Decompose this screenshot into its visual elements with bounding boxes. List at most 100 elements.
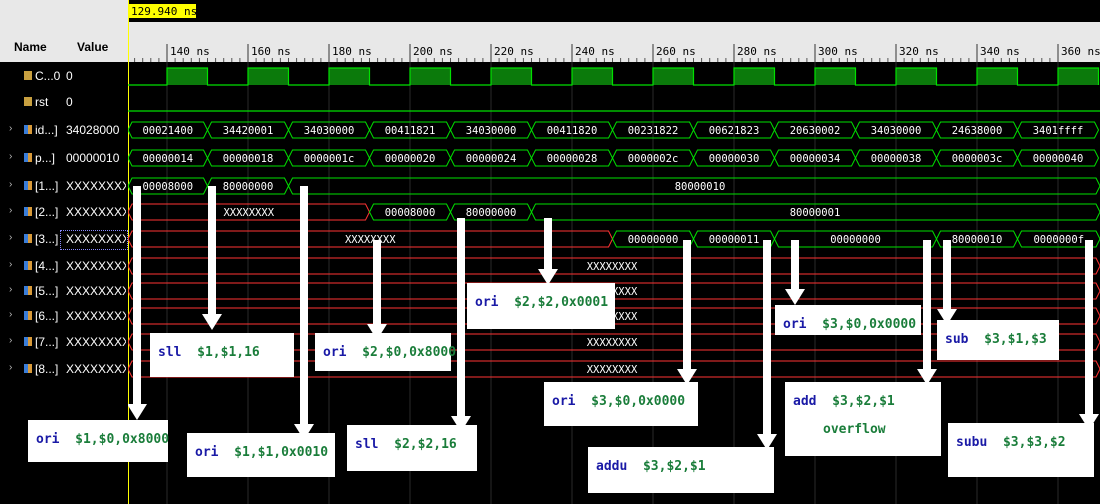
signal-value: XXXXXXXX — [66, 179, 126, 193]
expand-chevron-icon[interactable]: › — [9, 205, 12, 216]
expand-chevron-icon[interactable]: › — [9, 335, 12, 346]
instruction-annotation: ori $3,$0,0x0000 — [775, 305, 921, 335]
clock-high-pulse — [1058, 68, 1099, 85]
expand-chevron-icon[interactable]: › — [9, 123, 12, 134]
r3-bus-value-label: 00000000 — [628, 234, 679, 246]
annotation-arrow-shaft — [544, 218, 552, 271]
r2-bus-value-label: 00008000 — [385, 207, 436, 219]
id-bus-value-label: 00621823 — [709, 125, 760, 137]
signal-name: [6...] — [35, 309, 59, 323]
id-bus-value-label: 34030000 — [466, 125, 517, 137]
pc-bus-value-label: 00000028 — [547, 153, 598, 165]
annotation-arrow-shaft — [763, 240, 771, 436]
expand-chevron-icon[interactable]: › — [9, 151, 12, 162]
instruction-annotation: subu $3,$3,$2 — [948, 423, 1094, 477]
operand-text: $2,$2,0x0001 — [514, 295, 609, 310]
id-bus-value-label: 00411820 — [547, 125, 598, 137]
r1-bus-value-label: 00008000 — [142, 181, 193, 193]
signal-value: 00000010 — [66, 151, 120, 165]
operand-text: $2,$2,16 — [394, 437, 457, 452]
tick-label: 260 ns — [656, 45, 696, 58]
expand-chevron-icon[interactable]: › — [9, 362, 12, 373]
expand-chevron-icon[interactable]: › — [9, 284, 12, 295]
operand-text: $3,$1,$3 — [984, 332, 1047, 347]
r2-bus-value-label: 80000001 — [790, 207, 841, 219]
id-bus-value-label: 3401ffff — [1033, 125, 1084, 137]
signal-row[interactable]: › [4...] XXXXXXXX — [0, 253, 128, 279]
operand-text: $1,$1,0x0010 — [234, 445, 329, 460]
clock-high-pulse — [734, 68, 775, 85]
clock-high-pulse — [977, 68, 1018, 85]
annotation-arrow-shaft — [300, 186, 308, 426]
id-bus-value-label: 00411821 — [385, 125, 436, 137]
opcode-text: ori — [323, 345, 347, 360]
signal-row[interactable]: C...0 0 — [0, 63, 128, 89]
signal-value: XXXXXXXX — [66, 309, 126, 323]
tick-label: 240 ns — [575, 45, 615, 58]
signal-value: 0 — [66, 69, 73, 83]
instruction-annotation: ori $2,$2,0x0001 — [467, 283, 615, 329]
id-bus-value-label: 00021400 — [142, 125, 193, 137]
signal-value: XXXXXXXX — [66, 362, 126, 376]
expand-chevron-icon[interactable]: › — [9, 232, 12, 243]
signal-row[interactable]: › [1...] XXXXXXXX — [0, 173, 128, 199]
instruction-annotation: ori $2,$0,0x8000 — [315, 333, 456, 371]
column-header: Name Value — [0, 0, 128, 62]
tick-label: 360 ns — [1061, 45, 1100, 58]
opcode-text: addu — [596, 459, 628, 474]
expand-chevron-icon[interactable]: › — [9, 179, 12, 190]
operand-text: $1,$1,16 — [197, 345, 260, 360]
signal-row[interactable]: › [8...] XXXXXXXX — [0, 356, 128, 382]
operand-text: $2,$0,0x8000 — [362, 345, 457, 360]
bus-signal-icon — [24, 286, 32, 295]
expand-chevron-icon[interactable]: › — [9, 259, 12, 270]
selected-row-highlight — [60, 230, 128, 250]
bit-signal-icon — [24, 71, 32, 80]
r2-bus-value-label: XXXXXXXX — [223, 207, 274, 219]
opcode-text: ori — [475, 295, 499, 310]
tick-label: 180 ns — [332, 45, 372, 58]
clock-high-pulse — [491, 68, 532, 85]
opcode-text: ori — [552, 394, 576, 409]
signal-name: rst — [35, 95, 49, 109]
name-column-header[interactable]: Name — [14, 40, 47, 54]
opcode-text: ori — [783, 317, 807, 332]
tick-label: 140 ns — [170, 45, 210, 58]
opcode-text: sll — [158, 345, 182, 360]
reg-x-bus-value-label: XXXXXXXX — [587, 337, 638, 349]
signal-name: p...] — [35, 151, 56, 165]
id-bus-value-label: 24638000 — [952, 125, 1003, 137]
signal-value: XXXXXXXX — [66, 335, 126, 349]
clock-high-pulse — [572, 68, 613, 85]
signal-row[interactable]: › [2...] XXXXXXXX — [0, 199, 128, 225]
signal-row[interactable]: › [6...] XXXXXXXX — [0, 303, 128, 329]
signal-row[interactable]: › [5...] XXXXXXXX — [0, 278, 128, 304]
reg-x-bus-value-label: XXXXXXXX — [587, 364, 638, 376]
bus-signal-icon — [24, 125, 32, 134]
instruction-annotation: sll $1,$1,16 — [150, 333, 294, 377]
signal-row[interactable]: rst 0 — [0, 89, 128, 115]
signal-name: [2...] — [35, 205, 59, 219]
value-column-header[interactable]: Value — [77, 40, 108, 54]
opcode-text: ori — [195, 445, 219, 460]
bus-signal-icon — [24, 207, 32, 216]
operand-text: $3,$3,$2 — [1002, 435, 1066, 450]
instruction-annotation: add $3,$2,$1 overflow — [785, 382, 941, 456]
signal-value: 0 — [66, 95, 73, 109]
signal-row[interactable]: › [7...] XXXXXXXX — [0, 329, 128, 355]
clock-high-pulse — [896, 68, 937, 85]
bus-signal-icon — [24, 181, 32, 190]
expand-chevron-icon[interactable]: › — [9, 309, 12, 320]
r2-bus-value-label: 80000000 — [466, 207, 517, 219]
tick-label: 280 ns — [737, 45, 777, 58]
pc-bus-value-label: 00000030 — [709, 153, 760, 165]
clock-high-pulse — [329, 68, 370, 85]
instruction-annotation: addu $3,$2,$1 — [588, 447, 774, 493]
signal-row[interactable]: › p...] 00000010 — [0, 145, 128, 171]
tick-label: 300 ns — [818, 45, 858, 58]
tick-label: 320 ns — [899, 45, 939, 58]
cursor-label-bar — [128, 0, 1100, 22]
signal-row[interactable]: › id...] 34028000 — [0, 117, 128, 143]
instruction-annotation: sll $2,$2,16 — [347, 425, 477, 471]
cursor-time-label: 129.940 ns — [131, 5, 197, 18]
